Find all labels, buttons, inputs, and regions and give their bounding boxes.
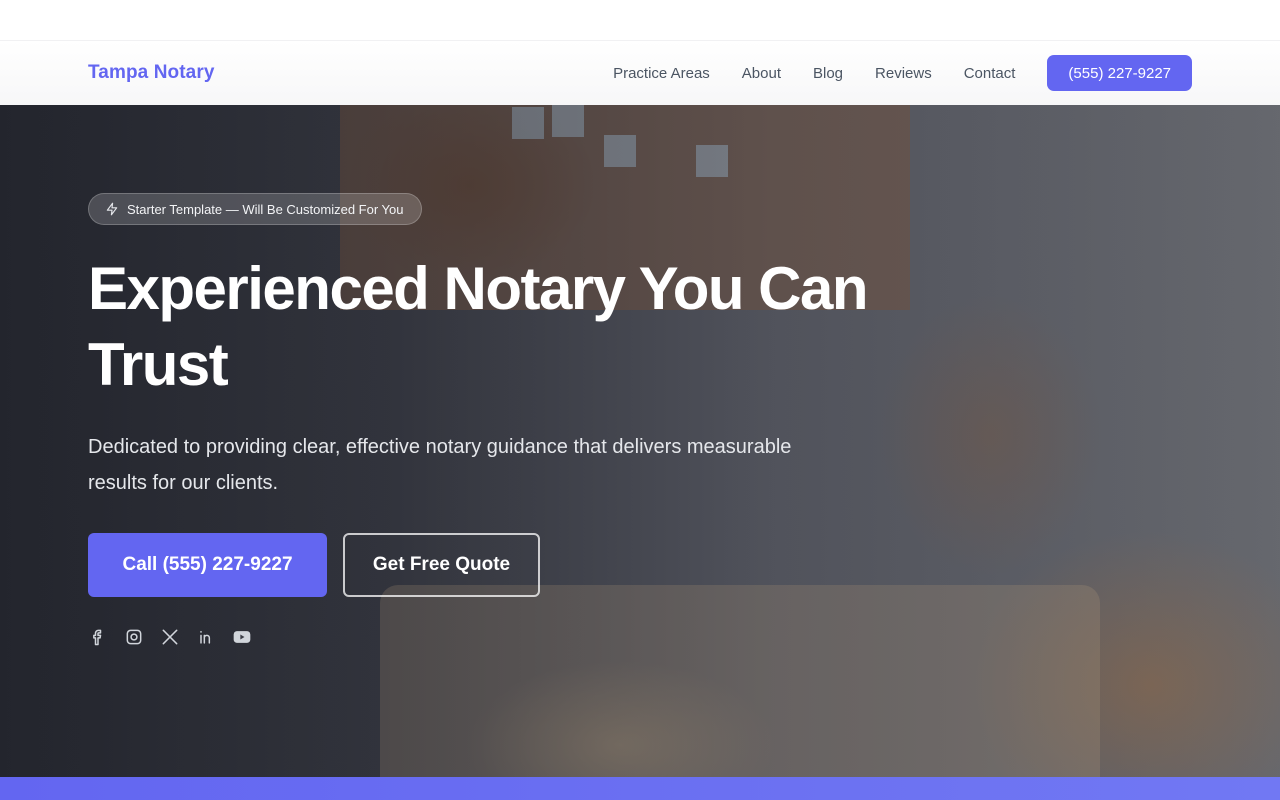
nav-about[interactable]: About [742,65,781,82]
call-button[interactable]: Call (555) 227-9227 [88,533,327,597]
template-badge: Starter Template — Will Be Customized Fo… [88,193,422,225]
header-phone-button[interactable]: (555) 227-9227 [1047,55,1192,91]
nav-practice-areas[interactable]: Practice Areas [613,65,710,82]
nav-contact[interactable]: Contact [964,65,1016,82]
youtube-icon[interactable] [232,627,252,647]
site-header: Tampa Notary Practice Areas About Blog R… [0,40,1280,105]
badge-label: Starter Template — Will Be Customized Fo… [127,201,404,217]
free-quote-button[interactable]: Get Free Quote [343,533,540,597]
nav-blog[interactable]: Blog [813,65,843,82]
top-strip [0,0,1280,40]
next-section-edge [0,777,1280,800]
linkedin-icon[interactable] [196,627,216,647]
social-links [88,627,268,647]
instagram-icon[interactable] [124,627,144,647]
main-nav: Practice Areas About Blog Reviews Contac… [613,55,1192,91]
sparkle-icon [106,202,118,216]
facebook-icon[interactable] [88,627,108,647]
hero-subheadline: Dedicated to providing clear, effective … [88,436,792,494]
nav-reviews[interactable]: Reviews [875,65,932,82]
hero-headline: Experienced Notary You Can Trust [88,255,869,398]
hero-section: Starter Template — Will Be Customized Fo… [0,105,1280,777]
brand-logo[interactable]: Tampa Notary [88,62,215,84]
x-icon[interactable] [160,627,180,647]
